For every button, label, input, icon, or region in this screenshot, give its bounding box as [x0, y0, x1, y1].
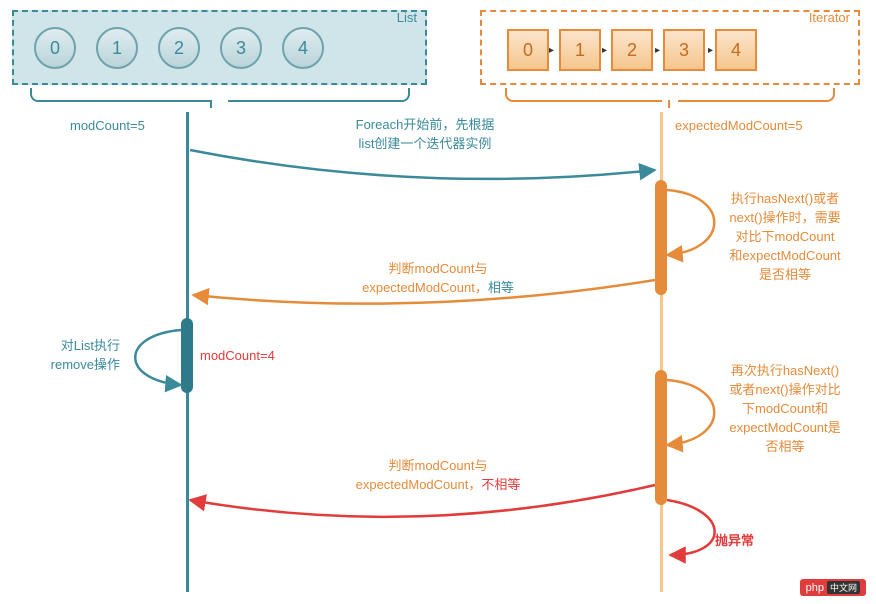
arrow-exception [667, 500, 715, 555]
msg-check2-l5: 否相等 [705, 436, 865, 455]
msg-reply2-l1: 判断modCount与 [318, 455, 558, 474]
iterator-box: Iterator 0 ▸ 1 ▸ 2 ▸ 3 ▸ 4 [480, 10, 860, 85]
msg-check2-l4: expectModCount是 [705, 417, 865, 436]
msg-reply1-l1: 判断modCount与 [318, 258, 558, 277]
msg-check1-l1: 执行hasNext()或者 [705, 188, 865, 207]
watermark-suffix: 中文网 [827, 581, 860, 594]
watermark-brand: php [806, 582, 824, 594]
msg-reply2-l2a: expectedModCount， [356, 477, 482, 492]
list-items: 0 1 2 3 4 [19, 17, 420, 79]
diagram-container: List 0 1 2 3 4 Iterator 0 ▸ 1 ▸ 2 ▸ 3 ▸ … [0, 0, 876, 604]
msg-create-l2: list创建一个迭代器实例 [335, 133, 515, 152]
link-arrow-icon: ▸ [602, 45, 607, 56]
list-item-4: 4 [282, 27, 324, 69]
msg-create-l1: Foreach开始前，先根据 [335, 114, 515, 133]
link-arrow-icon: ▸ [655, 45, 660, 56]
msg-check2-l3: 下modCount和 [705, 398, 865, 417]
link-arrow-icon: ▸ [708, 45, 713, 56]
modcount-label: modCount=5 [70, 118, 145, 133]
msg-check1-l3: 对比下modCount [705, 226, 865, 245]
msg-check1-l2: next()操作时，需要 [705, 207, 865, 226]
list-item-3: 3 [220, 27, 262, 69]
brace-left-tip [210, 100, 212, 108]
list-box: List 0 1 2 3 4 [12, 10, 427, 85]
modcount-after: modCount=4 [200, 348, 275, 363]
exception-label: 抛异常 [715, 530, 754, 549]
msg-reply2-l2b: 不相等 [481, 477, 520, 492]
msg-check1-l4: 和expectModCount [705, 245, 865, 264]
iter-item-3: 3 [663, 29, 705, 71]
iter-item-2: 2 [611, 29, 653, 71]
list-title: List [397, 10, 417, 25]
msg-remove-l2: remove操作 [20, 354, 120, 373]
msg-check1: 执行hasNext()或者 next()操作时，需要 对比下modCount 和… [705, 188, 865, 283]
iter-activation-2 [655, 370, 667, 505]
brace-right [505, 88, 835, 106]
msg-check2-l1: 再次执行hasNext() [705, 360, 865, 379]
expected-label: expectedModCount=5 [675, 118, 803, 133]
msg-check2: 再次执行hasNext() 或者next()操作对比 下modCount和 ex… [705, 360, 865, 455]
list-item-1: 1 [96, 27, 138, 69]
msg-check2-l2: 或者next()操作对比 [705, 379, 865, 398]
iter-activation-1 [655, 180, 667, 295]
arrow-create [190, 150, 655, 179]
msg-reply2: 判断modCount与 expectedModCount，不相等 [318, 455, 558, 493]
link-arrow-icon: ▸ [549, 45, 554, 56]
msg-reply1-l2b: 相等 [488, 280, 514, 295]
brace-right-tip [668, 100, 670, 108]
list-item-2: 2 [158, 27, 200, 69]
watermark: php 中文网 [800, 579, 866, 596]
iterator-items: 0 ▸ 1 ▸ 2 ▸ 3 ▸ 4 [487, 17, 853, 83]
msg-remove: 对List执行 remove操作 [20, 335, 120, 373]
iter-item-4: 4 [715, 29, 757, 71]
iter-item-0: 0 [507, 29, 549, 71]
msg-remove-l1: 对List执行 [20, 335, 120, 354]
brace-left [30, 88, 410, 106]
msg-reply1: 判断modCount与 expectedModCount，相等 [318, 258, 558, 296]
arrow-remove [135, 330, 181, 385]
msg-create: Foreach开始前，先根据 list创建一个迭代器实例 [335, 114, 515, 152]
list-activation [181, 318, 193, 393]
list-item-0: 0 [34, 27, 76, 69]
msg-reply1-l2a: expectedModCount， [362, 280, 488, 295]
iter-item-1: 1 [559, 29, 601, 71]
msg-check1-l5: 是否相等 [705, 264, 865, 283]
